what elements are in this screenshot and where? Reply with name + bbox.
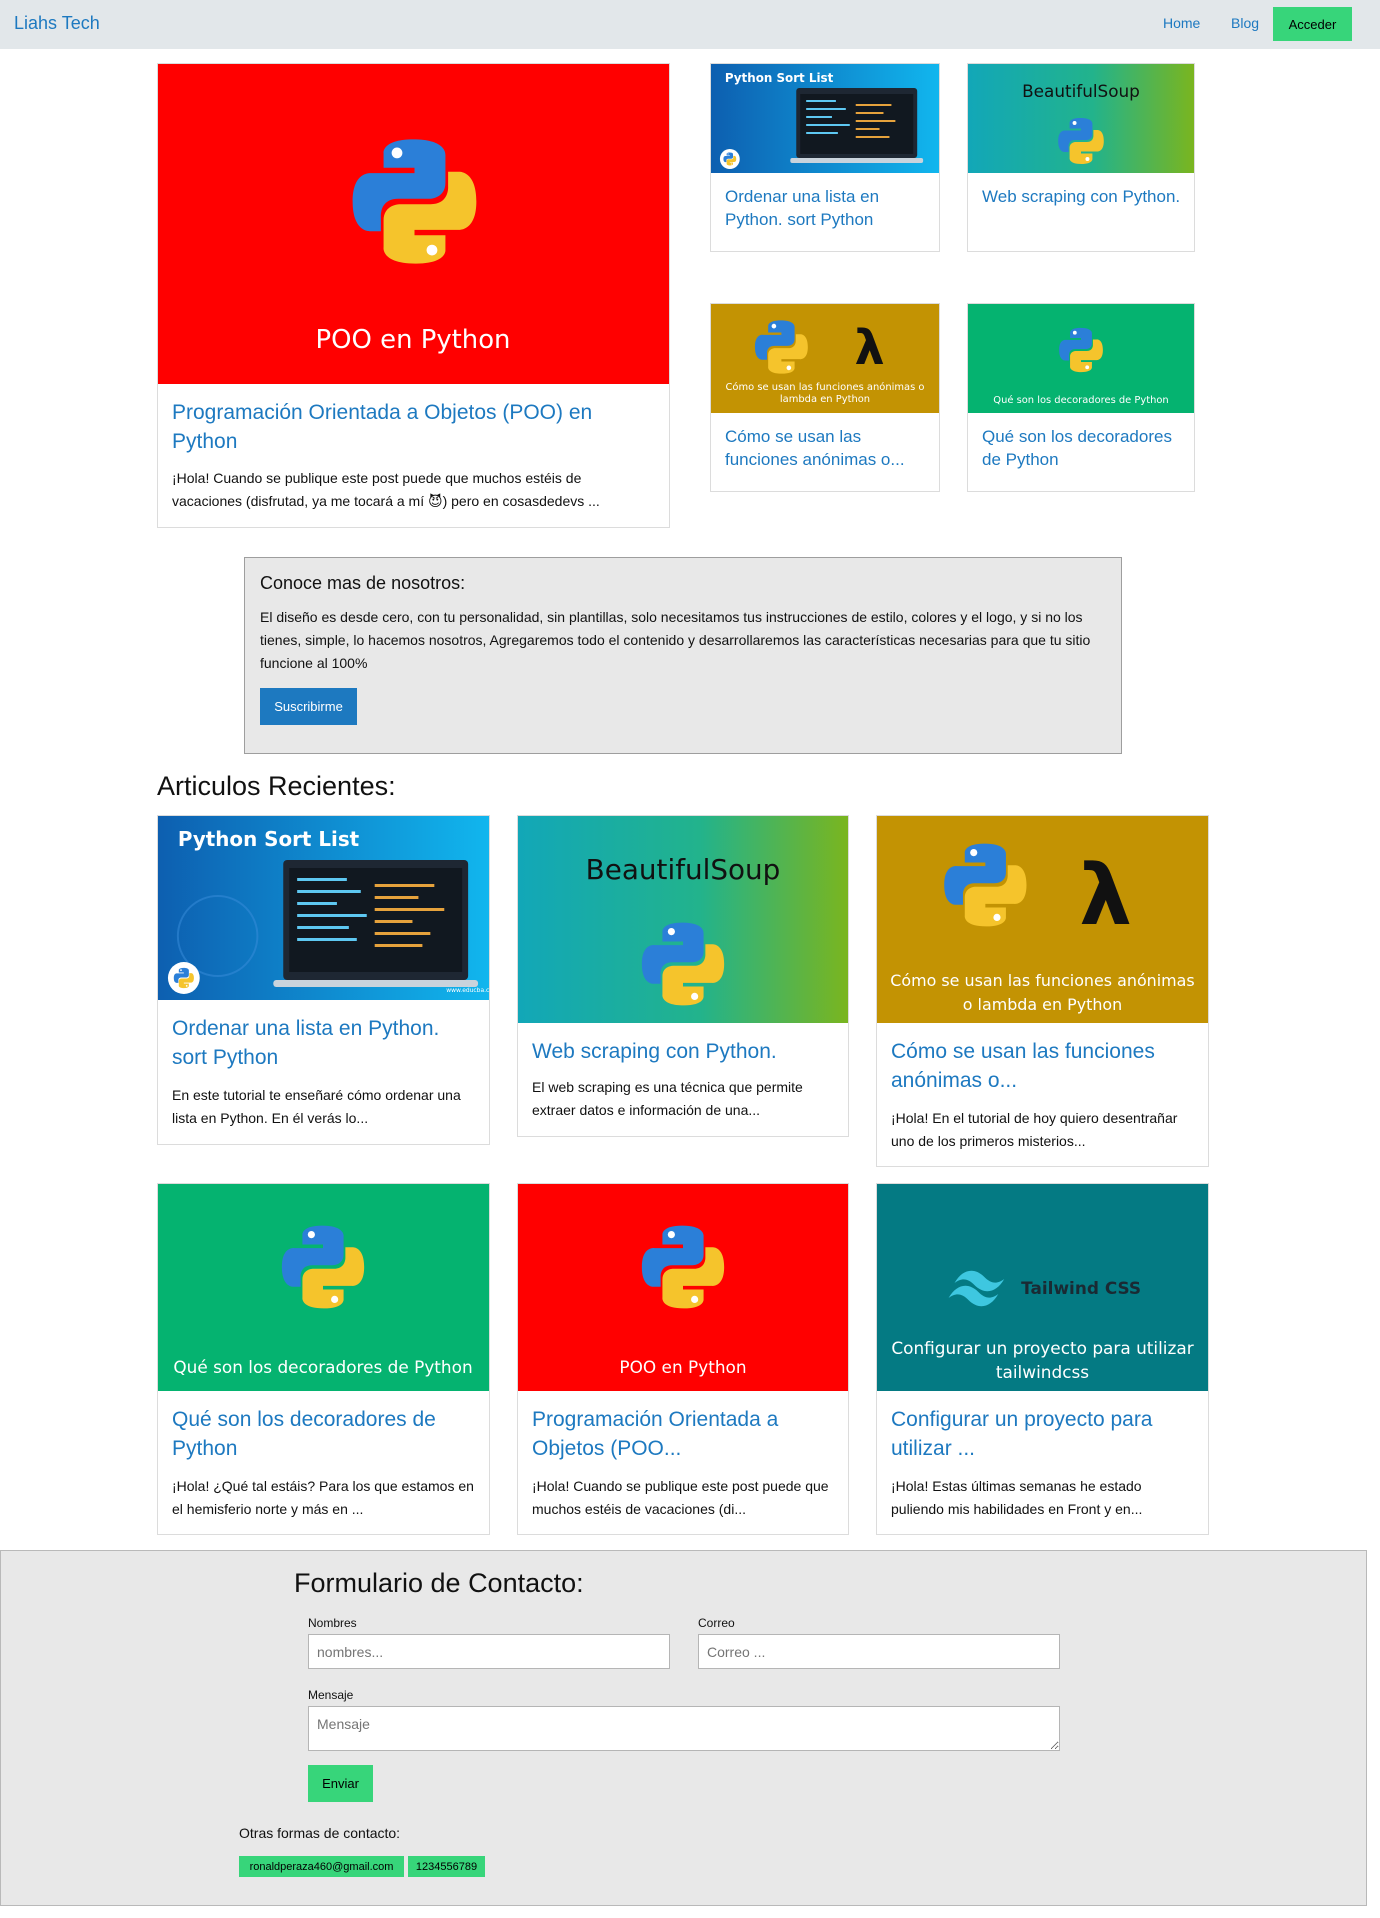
svg-text:Tailwind CSS: Tailwind CSS <box>1021 1278 1141 1298</box>
svg-text:Qué son los decoradores de Pyt: Qué son los decoradores de Python <box>173 1357 472 1377</box>
article-excerpt: El web scraping es una técnica que permi… <box>532 1079 803 1118</box>
featured-main-image[interactable]: POO en Python <box>158 64 669 384</box>
about-text: El diseño es desde cero, con tu personal… <box>260 609 1091 671</box>
featured-side-image[interactable]: Python Sort List <box>711 64 939 173</box>
featured-side-image[interactable]: Qué son los decoradores de Python <box>968 304 1194 413</box>
featured-side-image[interactable]: BeautifulSoup <box>968 64 1194 173</box>
article-card[interactable]: λ Cómo se usan las funciones anónimas o … <box>876 815 1209 1167</box>
article-image[interactable]: Python Sort List www.educba.com <box>158 816 489 1000</box>
other-contact-label: Otras formas de contacto: <box>239 1825 401 1841</box>
article-card[interactable]: Tailwind CSS Configurar un proyecto para… <box>876 1183 1209 1535</box>
login-button[interactable]: Acceder <box>1273 7 1352 41</box>
about-title: Conoce mas de nosotros: <box>260 573 466 593</box>
article-title[interactable]: Qué son los decoradores de Python <box>172 1406 477 1464</box>
featured-main-title[interactable]: Programación Orientada a Objetos (POO) e… <box>172 399 652 457</box>
featured-side-image[interactable]: λ Cómo se usan las funciones anónimas o … <box>711 304 939 413</box>
featured-side-title[interactable]: Ordenar una lista en Python. sort Python <box>725 185 930 232</box>
email-input[interactable] <box>698 1634 1060 1669</box>
featured-side-card[interactable]: Qué son los decoradores de Python Qué so… <box>967 303 1195 492</box>
navbar: Liahs Tech Home Blog Acceder <box>0 0 1380 49</box>
featured-side-title[interactable]: Web scraping con Python. <box>982 185 1182 208</box>
article-excerpt: ¡Hola! Cuando se publique este post pued… <box>532 1478 829 1517</box>
article-title[interactable]: Ordenar una lista en Python. sort Python <box>172 1015 477 1073</box>
article-card[interactable]: Qué son los decoradores de Python Qué so… <box>157 1183 490 1535</box>
featured-side-card[interactable]: λ Cómo se usan las funciones anónimas o … <box>710 303 940 492</box>
article-title[interactable]: Cómo se usan las funciones anónimas o... <box>891 1038 1196 1096</box>
svg-text:www.educba.com: www.educba.com <box>446 987 489 994</box>
svg-text:POO en Python: POO en Python <box>619 1357 746 1377</box>
phone-chip[interactable]: 1234556789 <box>408 1856 485 1877</box>
article-card[interactable]: POO en Python Programación Orientada a O… <box>517 1183 849 1535</box>
contact-section: Formulario de Contacto: Nombres Correo M… <box>0 1550 1367 1906</box>
article-image[interactable]: POO en Python <box>518 1184 848 1391</box>
about-panel: Conoce mas de nosotros: El diseño es des… <box>244 557 1122 754</box>
svg-text:Python Sort List: Python Sort List <box>178 827 360 851</box>
name-input[interactable] <box>308 1634 670 1669</box>
send-button[interactable]: Enviar <box>308 1765 373 1802</box>
article-image[interactable]: Qué son los decoradores de Python <box>158 1184 489 1391</box>
article-excerpt: ¡Hola! En el tutorial de hoy quiero dese… <box>891 1110 1178 1149</box>
svg-text:Qué son los decoradores de Pyt: Qué son los decoradores de Python <box>993 394 1168 406</box>
name-label: Nombres <box>308 1616 357 1630</box>
message-label: Mensaje <box>308 1688 354 1702</box>
article-excerpt: En este tutorial te enseñaré cómo ordena… <box>172 1087 461 1126</box>
featured-side-card[interactable]: BeautifulSoup Web scraping con Python. <box>967 63 1195 252</box>
article-card[interactable]: BeautifulSoup Web scraping con Python. E… <box>517 815 849 1137</box>
email-chip[interactable]: ronaldperaza460@gmail.com <box>239 1856 404 1877</box>
featured-main-image-text: POO en Python <box>316 325 511 355</box>
article-card[interactable]: Python Sort List www.educba.com Ordenar … <box>157 815 490 1145</box>
svg-text:λ: λ <box>1079 846 1132 944</box>
featured-side-title[interactable]: Cómo se usan las funciones anónimas o... <box>725 425 930 472</box>
article-title[interactable]: Configurar un proyecto para utilizar ... <box>891 1406 1196 1464</box>
featured-side-card[interactable]: Python Sort List Ordenar una lista en Py… <box>710 63 940 252</box>
contact-title: Formulario de Contacto: <box>294 1568 584 1598</box>
featured-side-title[interactable]: Qué son los decoradores de Python <box>982 425 1182 472</box>
article-image[interactable]: Tailwind CSS Configurar un proyecto para… <box>877 1184 1208 1391</box>
svg-text:BeautifulSoup: BeautifulSoup <box>586 853 781 886</box>
email-label: Correo <box>698 1616 735 1630</box>
featured-main-card[interactable]: POO en Python Programación Orientada a O… <box>157 63 670 528</box>
subscribe-button[interactable]: Suscribirme <box>260 688 357 725</box>
nav-blog-link[interactable]: Blog <box>1231 15 1259 31</box>
article-excerpt: ¡Hola! Estas últimas semanas he estado p… <box>891 1478 1143 1517</box>
recent-section-title: Articulos Recientes: <box>157 771 396 801</box>
svg-text:Python Sort List: Python Sort List <box>725 71 834 85</box>
article-image[interactable]: BeautifulSoup <box>518 816 848 1023</box>
article-title[interactable]: Programación Orientada a Objetos (POO... <box>532 1406 837 1464</box>
article-excerpt: ¡Hola! ¿Qué tal estáis? Para los que est… <box>172 1478 474 1517</box>
svg-text:BeautifulSoup: BeautifulSoup <box>1022 81 1140 101</box>
svg-text:λ: λ <box>855 321 885 376</box>
featured-main-excerpt: ¡Hola! Cuando se publique este post pued… <box>172 470 600 509</box>
message-textarea[interactable] <box>308 1706 1060 1751</box>
nav-home-link[interactable]: Home <box>1163 15 1200 31</box>
brand-link[interactable]: Liahs Tech <box>14 13 100 34</box>
article-image[interactable]: λ Cómo se usan las funciones anónimas o … <box>877 816 1208 1023</box>
article-title[interactable]: Web scraping con Python. <box>532 1038 837 1067</box>
